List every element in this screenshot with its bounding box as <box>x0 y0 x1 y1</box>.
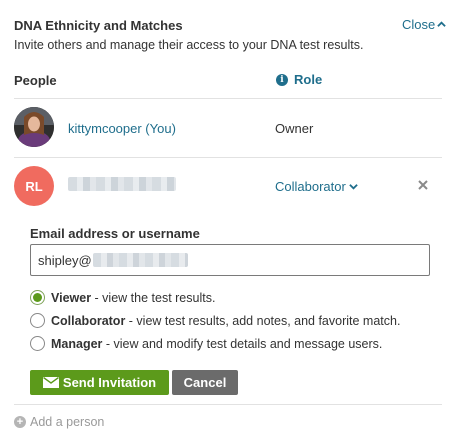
email-field-label: Email address or username <box>30 226 200 241</box>
collaborator-radio[interactable] <box>30 313 45 328</box>
option-description: - view the test results. <box>91 290 216 305</box>
info-icon[interactable]: i <box>276 73 288 86</box>
profile-photo <box>14 107 54 147</box>
role-column-header[interactable]: i Role <box>276 72 322 87</box>
option-manager[interactable]: Manager - view and modify test details a… <box>30 336 382 351</box>
avatar <box>14 107 54 147</box>
option-description: - view and modify test details and messa… <box>102 336 383 351</box>
redacted-member-name <box>68 177 176 191</box>
send-invitation-label: Send Invitation <box>62 375 157 390</box>
option-description: - view test results, add notes, and favo… <box>125 313 401 328</box>
option-collaborator[interactable]: Collaborator - view test results, add no… <box>30 313 400 328</box>
send-invitation-button[interactable]: Send Invitation <box>30 370 169 395</box>
viewer-radio[interactable] <box>30 290 45 305</box>
role-dropdown-label: Collaborator <box>275 179 346 194</box>
option-name: Manager <box>51 336 103 351</box>
footer-divider <box>14 404 442 405</box>
panel-subtitle: Invite others and manage their access to… <box>14 38 364 52</box>
chevron-up-icon <box>437 21 446 27</box>
member-name-link[interactable]: kittymcooper (You) <box>68 121 176 136</box>
chevron-down-icon <box>349 184 358 190</box>
cancel-button[interactable]: Cancel <box>172 370 238 395</box>
member-role: Owner <box>275 121 314 136</box>
header-divider <box>14 98 442 99</box>
option-name: Collaborator <box>51 313 126 328</box>
plus-circle-icon: + <box>14 416 26 428</box>
add-person-link[interactable]: + Add a person <box>14 415 104 429</box>
option-viewer[interactable]: Viewer - view the test results. <box>30 290 215 305</box>
close-icon[interactable] <box>416 178 430 192</box>
radio-selected-dot <box>33 293 42 302</box>
manager-radio[interactable] <box>30 336 45 351</box>
panel-title: DNA Ethnicity and Matches <box>14 18 183 33</box>
close-button[interactable]: Close <box>402 17 446 32</box>
people-column-header: People <box>14 73 57 88</box>
avatar: RL <box>14 166 54 206</box>
option-name: Viewer <box>51 290 92 305</box>
close-label: Close <box>402 17 436 32</box>
email-field[interactable] <box>30 244 430 276</box>
row-divider <box>14 157 442 158</box>
add-person-label: Add a person <box>30 415 105 429</box>
role-column-label: Role <box>294 72 323 87</box>
envelope-icon <box>42 377 59 388</box>
role-dropdown[interactable]: Collaborator <box>275 179 358 194</box>
